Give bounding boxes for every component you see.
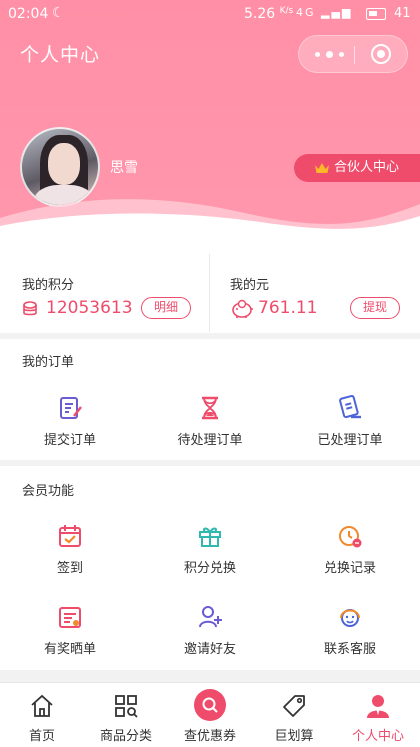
hourglass-icon: [202, 396, 218, 420]
points-exchange-label: 积分兑换: [183, 561, 236, 576]
mini-program-capsule: [298, 35, 408, 73]
tab-home[interactable]: 首页: [0, 683, 84, 747]
detail-button[interactable]: 明细: [141, 297, 191, 319]
customer-service-item[interactable]: 联系客服: [280, 604, 420, 657]
member-functions-card: 会员功能 签到 积分兑换 兑换记录 有奖晒单 邀请好友 联系客服: [0, 466, 420, 670]
my-orders-title: 我的订单: [22, 355, 75, 370]
checkin-item[interactable]: 签到: [0, 523, 140, 576]
submit-order-item[interactable]: 提交订单: [0, 395, 140, 448]
withdraw-button[interactable]: 提现: [350, 297, 400, 319]
points-card: 我的积分 12053613 明细 我的元 761.11 提现: [0, 236, 420, 333]
my-yuan-label: 我的元: [230, 278, 270, 293]
home-icon: [31, 694, 53, 717]
signal-icon: 4G ▂▄▆: [296, 6, 353, 19]
pending-order-label: 待处理订单: [177, 433, 243, 448]
bottom-tab-bar: 首页 商品分类 查优惠券 巨划算 个人中心: [0, 682, 420, 747]
share-order-icon: [59, 607, 81, 628]
moon-icon: ☾: [52, 5, 65, 21]
category-icon: [115, 695, 138, 718]
capsule-divider: [354, 46, 355, 64]
partner-center-label: 合伙人中心: [334, 160, 400, 175]
my-yuan: 我的元 761.11 提现: [210, 236, 420, 333]
invite-friend-icon: [199, 606, 222, 628]
tag-icon: [283, 695, 305, 717]
processed-order-icon: [339, 395, 361, 419]
close-target-icon[interactable]: [371, 44, 391, 64]
piggy-bank-icon: [232, 299, 253, 318]
exchange-record-item[interactable]: 兑换记录: [280, 523, 420, 576]
tab-profile[interactable]: 个人中心: [336, 683, 420, 747]
tab-home-label: 首页: [28, 729, 55, 744]
tab-deals-label: 巨划算: [274, 729, 314, 744]
network-speed-value: 5.26: [244, 6, 276, 22]
clock-record-icon: [339, 526, 362, 548]
customer-service-icon: [340, 609, 360, 627]
submit-order-icon: [60, 397, 82, 419]
battery-level: 41: [394, 6, 411, 21]
submit-order-label: 提交订单: [43, 433, 96, 448]
profile-header: 02:04 ☾ 5.26 K/s 4G ▂▄▆ 41 个人中心 思雪 合伙人中心: [0, 0, 420, 236]
processed-order-item[interactable]: 已处理订单: [280, 395, 420, 448]
calendar-checkin-icon: [59, 525, 81, 547]
more-options-icon[interactable]: [313, 45, 347, 63]
crown-icon: [315, 163, 329, 173]
user-name: 思雪: [110, 160, 138, 176]
coupon-search-icon: [194, 689, 226, 721]
tab-deals[interactable]: 巨划算: [252, 683, 336, 747]
my-points: 我的积分 12053613 明细: [0, 236, 209, 333]
customer-service-label: 联系客服: [323, 642, 376, 657]
content-bottom-gap: [0, 670, 420, 682]
processed-order-label: 已处理订单: [317, 433, 383, 448]
tab-category[interactable]: 商品分类: [84, 683, 168, 747]
pending-order-item[interactable]: 待处理订单: [140, 395, 280, 448]
signal-label: 4G: [296, 6, 316, 19]
invite-friend-item[interactable]: 邀请好友: [140, 604, 280, 657]
my-points-value: 12053613: [46, 298, 133, 318]
tab-profile-label: 个人中心: [351, 729, 404, 744]
gift-icon: [199, 527, 221, 547]
invite-friend-label: 邀请好友: [183, 642, 236, 657]
profile-icon: [367, 695, 389, 718]
my-yuan-value: 761.11: [258, 298, 318, 318]
checkin-label: 签到: [56, 561, 83, 576]
share-order-label: 有奖晒单: [43, 642, 96, 657]
network-speed: 5.26 K/s: [244, 6, 293, 22]
my-orders-card: 我的订单 提交订单 待处理订单 已处理订单: [0, 339, 420, 460]
tab-coupon-search[interactable]: 查优惠券: [168, 683, 252, 747]
tab-coupon-search-label: 查优惠券: [183, 729, 236, 744]
coins-icon: [23, 301, 37, 316]
tab-category-label: 商品分类: [99, 729, 152, 744]
member-functions-title: 会员功能: [22, 484, 75, 499]
status-time: 02:04: [8, 6, 49, 22]
network-speed-unit: K/s: [279, 6, 294, 16]
points-exchange-item[interactable]: 积分兑换: [140, 523, 280, 576]
header-wave: [0, 199, 420, 236]
status-bar: 02:04 ☾ 5.26 K/s 4G ▂▄▆ 41: [0, 0, 420, 30]
page-title: 个人中心: [20, 44, 101, 66]
battery-icon: [366, 8, 386, 20]
exchange-record-label: 兑换记录: [323, 561, 376, 576]
share-order-item[interactable]: 有奖晒单: [0, 604, 140, 657]
my-points-label: 我的积分: [22, 278, 75, 293]
